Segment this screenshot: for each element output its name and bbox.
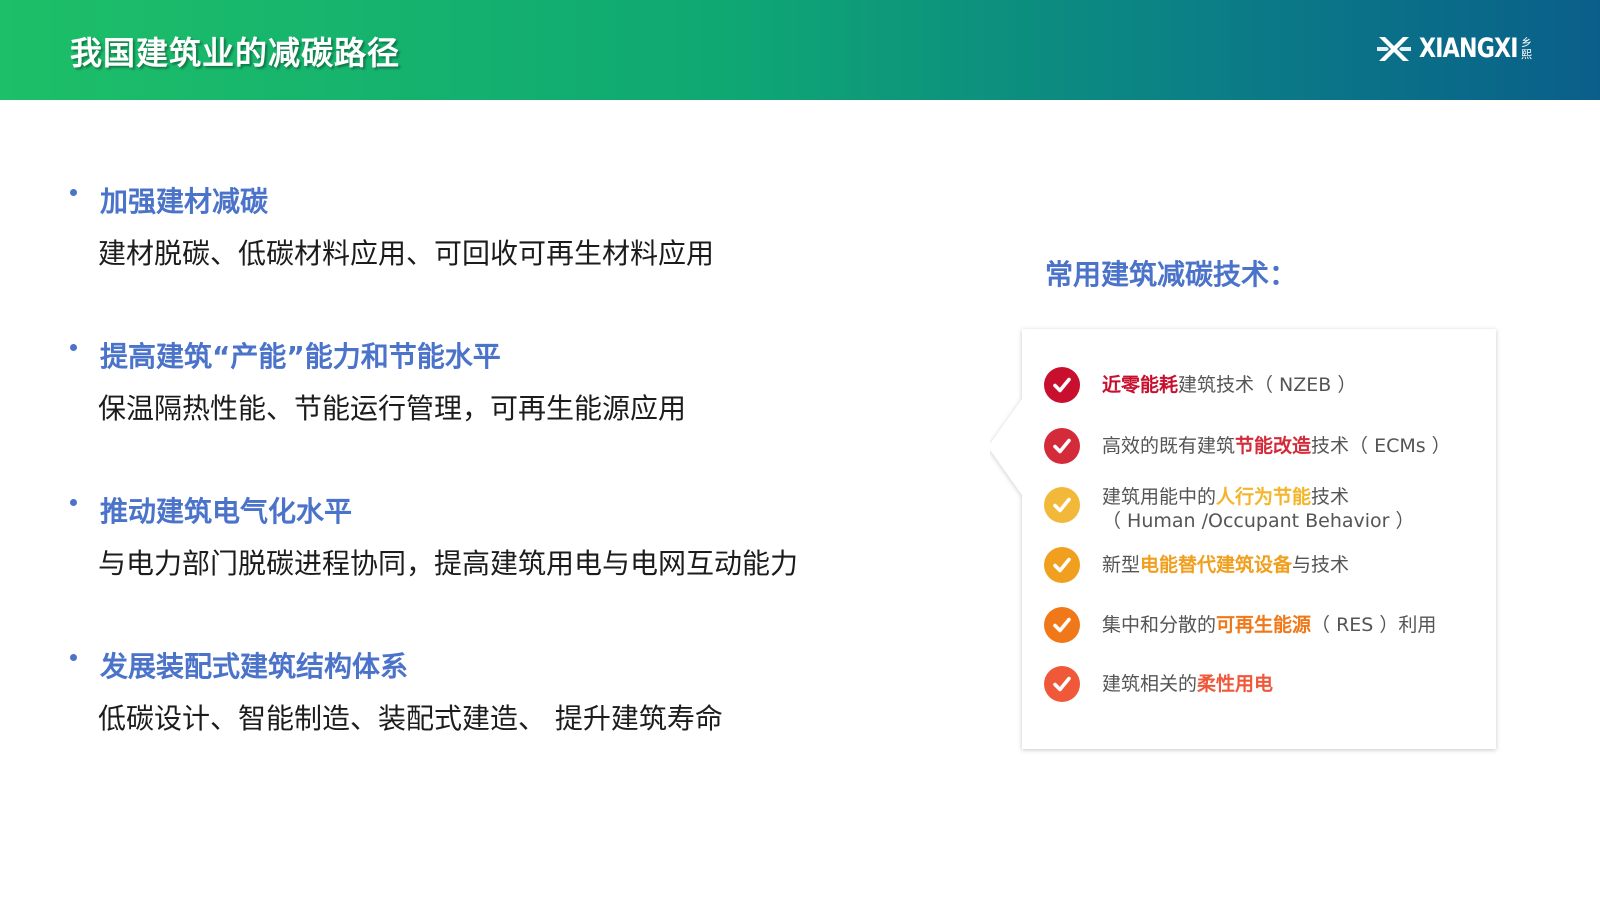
point-heading: 提高建筑“产能”能力和节能水平 (100, 340, 501, 373)
checkmark-icon (1044, 428, 1080, 464)
x-logo-icon (1376, 36, 1411, 61)
point-description: 保温隔热性能、节能运行管理，可再生能源应用 (98, 392, 687, 425)
header-bar: 我国建筑业的减碳路径 XIANGXI 乡 熙 (0, 0, 1600, 100)
point-description: 低碳设计、智能制造、装配式建造、 提升建筑寿命 (98, 702, 723, 735)
technique-text-pre: 集中和分散的 (1102, 614, 1217, 636)
technique-text: 集中和分散的可再生能源（ RES ）利用 (1102, 613, 1436, 637)
technique-text-pre: 建筑用能中的 (1102, 486, 1217, 508)
technique-highlight: 人行为节能 (1216, 486, 1312, 508)
technique-text-pre: 新型 (1102, 554, 1141, 576)
bullet-icon (70, 344, 77, 351)
checkmark-icon (1044, 367, 1080, 403)
checkmark-icon (1044, 666, 1080, 702)
brand-name: XIANGXI (1418, 33, 1519, 64)
technique-text: 近零能耗建筑技术（ NZEB ） (1102, 373, 1356, 397)
technique-text: 建筑相关的柔性用电 (1102, 672, 1273, 696)
technique-text-post: 技术（ ECMs ） (1311, 435, 1451, 457)
bullet-icon (70, 499, 77, 506)
point-heading: 发展装配式建筑结构体系 (100, 650, 409, 683)
technique-text-pre: 建筑相关的 (1102, 673, 1198, 695)
page-title: 我国建筑业的减碳路径 (70, 34, 401, 72)
checkmark-icon (1044, 607, 1080, 643)
technique-text-pre: 高效的既有建筑 (1102, 435, 1236, 457)
technique-text-post: 建筑技术（ NZEB ） (1178, 374, 1357, 396)
technique-text-post: 与技术 (1292, 554, 1350, 576)
technique-highlight: 柔性用电 (1197, 673, 1274, 695)
technique-text-line2: （ Human /Occupant Behavior ） (1102, 510, 1415, 532)
checkmark-icon (1044, 487, 1080, 523)
point-heading: 推动建筑电气化水平 (100, 495, 353, 528)
technique-highlight: 近零能耗 (1102, 374, 1179, 396)
checkmark-icon (1044, 547, 1080, 583)
brand-logo: XIANGXI 乡 熙 (1376, 33, 1532, 64)
point-description: 建材脱碳、低碳材料应用、可回收可再生材料应用 (98, 237, 715, 270)
technique-text-post: （ RES ）利用 (1311, 614, 1437, 636)
technique-text-post: 技术 (1311, 486, 1350, 508)
technique-highlight: 电能替代建筑设备 (1140, 554, 1293, 576)
bullet-icon (70, 189, 77, 196)
point-heading: 加强建材减碳 (100, 185, 269, 218)
bullet-icon (70, 654, 77, 661)
point-description: 与电力部门脱碳进程协同，提高建筑用电与电网互动能力 (98, 547, 799, 580)
techniques-card: 近零能耗建筑技术（ NZEB ） 高效的既有建筑节能改造技术（ ECMs ） 建筑用… (990, 325, 1520, 755)
technique-highlight: 可再生能源 (1216, 614, 1312, 636)
technique-text: 新型电能替代建筑设备与技术 (1102, 553, 1349, 577)
technique-text: 高效的既有建筑节能改造技术（ ECMs ） (1102, 434, 1451, 458)
brand-cn: 乡 熙 (1521, 35, 1532, 61)
technique-highlight: 节能改造 (1235, 435, 1312, 457)
technique-text: 建筑用能中的人行为节能技术（ Human /Occupant Behavior … (1102, 485, 1415, 533)
techniques-title: 常用建筑减碳技术： (1045, 258, 1298, 291)
